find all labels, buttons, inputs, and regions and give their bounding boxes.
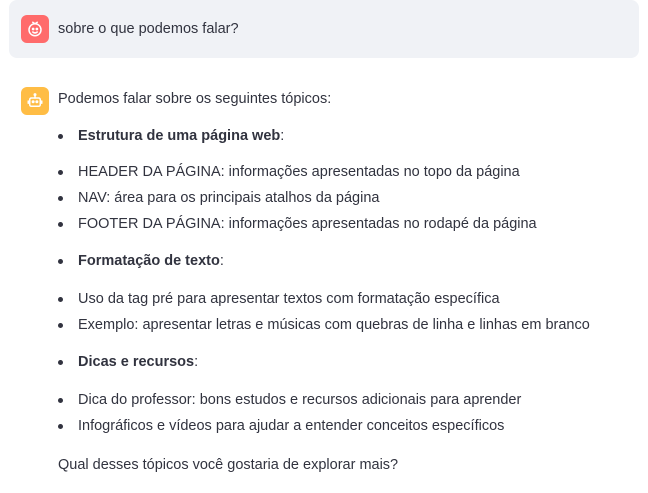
section-heading-text: Formatação de texto [78, 253, 220, 269]
bullet-dot [58, 259, 63, 264]
bullet-dot [58, 196, 63, 201]
bullet-dot [58, 222, 63, 227]
bullet-dot [58, 323, 63, 328]
section-heading: Dicas e recursos: [78, 354, 199, 370]
user-message-text: sobre o que podemos falar? [58, 21, 239, 37]
list-item: HEADER DA PÁGINA: informações apresentad… [78, 164, 520, 180]
list-item: Dica do professor: bons estudos e recurs… [78, 392, 522, 408]
assistant-intro: Podemos falar sobre os seguintes tópicos… [58, 91, 332, 107]
assistant-avatar [21, 87, 49, 115]
bullet-dot [58, 424, 63, 429]
section-heading-text: Estrutura de uma página web [78, 128, 281, 144]
list-item: Infográficos e vídeos para ajudar a ente… [78, 418, 505, 434]
section-heading: Estrutura de uma página web: [78, 128, 285, 144]
section-heading: Formatação de texto: [78, 253, 224, 269]
bullet-dot [58, 134, 63, 139]
list-item: Uso da tag pré para apresentar textos co… [78, 291, 500, 307]
section-heading-text: Dicas e recursos [78, 354, 195, 370]
list-item: FOOTER DA PÁGINA: informações apresentad… [78, 216, 537, 232]
list-item: NAV: área para os principais atalhos da … [78, 190, 380, 206]
robot-icon [27, 93, 43, 107]
user-avatar [21, 15, 49, 43]
list-item: Exemplo: apresentar letras e músicas com… [78, 317, 590, 333]
bullet-dot [58, 398, 63, 403]
bullet-dot [58, 170, 63, 175]
assistant-closing: Qual desses tópicos você gostaria de exp… [58, 457, 399, 473]
assistant-message: Podemos falar sobre os seguintes tópicos… [0, 58, 648, 493]
bullet-dot [58, 297, 63, 302]
smiley-face-icon [28, 21, 42, 37]
user-message: sobre o que podemos falar? [9, 0, 639, 58]
bullet-dot [58, 360, 63, 365]
